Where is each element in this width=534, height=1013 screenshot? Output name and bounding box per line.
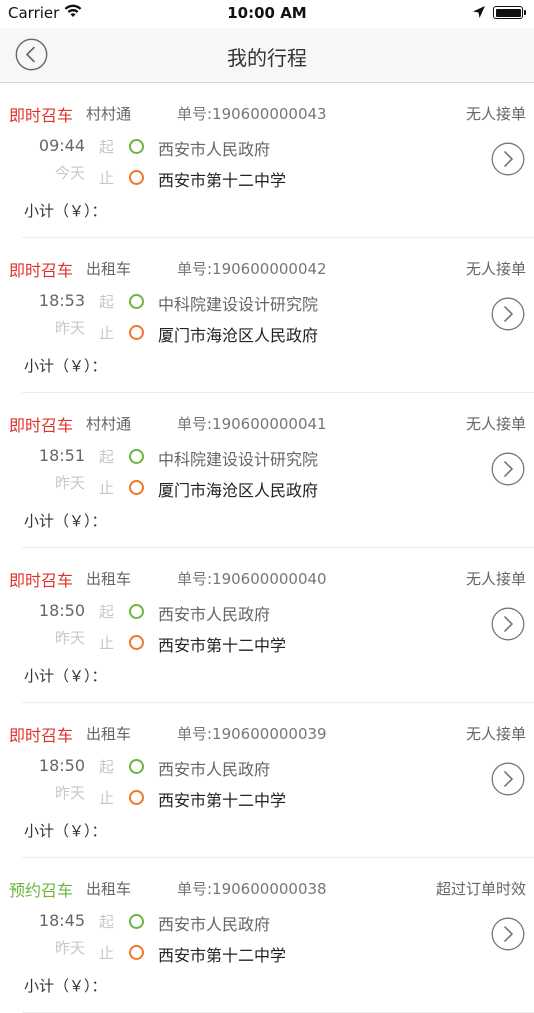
start-dot-icon	[129, 449, 144, 464]
chevron-right-icon[interactable]	[491, 607, 525, 641]
trip-type: 预约召车	[9, 881, 74, 900]
start-label: 起	[99, 913, 115, 931]
trip-time: 18:50	[38, 601, 85, 620]
order-number: 单号:190600000042	[177, 260, 327, 278]
trip-day: 今天	[54, 164, 85, 182]
end-dot-icon	[129, 635, 144, 650]
order-number: 单号:190600000043	[177, 105, 327, 123]
trip-time: 18:53	[38, 291, 85, 310]
start-address: 西安市人民政府	[158, 760, 271, 779]
trip-type: 即时召车	[9, 416, 74, 435]
vehicle-type: 村村通	[86, 105, 132, 123]
nav-bar: 我的行程	[0, 28, 534, 83]
order-status: 无人接单	[465, 105, 526, 123]
start-address: 西安市人民政府	[158, 915, 271, 934]
start-label: 起	[99, 603, 115, 621]
subtotal-label: 小计（￥）：	[24, 202, 107, 220]
vehicle-type: 出租车	[86, 570, 132, 588]
subtotal-label: 小计（￥）：	[24, 512, 107, 530]
end-dot-icon	[129, 790, 144, 805]
start-label: 起	[99, 758, 115, 776]
start-dot-icon	[129, 759, 144, 774]
end-dot-icon	[129, 325, 144, 340]
status-bar: Carrier 10:00 AM	[0, 0, 534, 28]
trip-card[interactable]: 即时召车 出租车 单号:190600000040 无人接单 18:50 昨天 起…	[0, 548, 534, 703]
vehicle-type: 出租车	[86, 725, 132, 743]
chevron-right-icon[interactable]	[491, 452, 525, 486]
start-address: 中科院建设设计研究院	[158, 450, 319, 469]
start-dot-icon	[129, 139, 144, 154]
order-status: 无人接单	[465, 260, 526, 278]
vehicle-type: 出租车	[86, 260, 132, 278]
subtotal-label: 小计（￥）：	[24, 822, 107, 840]
subtotal-label: 小计（￥）：	[24, 357, 107, 375]
chevron-right-icon[interactable]	[491, 142, 525, 176]
trip-card[interactable]: 即时召车 村村通 单号:190600000043 无人接单 09:44 今天 起…	[0, 83, 534, 238]
end-dot-icon	[129, 945, 144, 960]
chevron-right-icon[interactable]	[491, 297, 525, 331]
end-address: 西安市第十二中学	[158, 791, 287, 810]
end-address: 西安市第十二中学	[158, 946, 287, 965]
start-label: 起	[99, 138, 115, 156]
order-status: 无人接单	[465, 725, 526, 743]
vehicle-type: 村村通	[86, 415, 132, 433]
order-status: 无人接单	[465, 415, 526, 433]
start-address: 西安市人民政府	[158, 605, 271, 624]
chevron-right-icon[interactable]	[491, 762, 525, 796]
end-label: 止	[99, 324, 115, 342]
trip-day: 昨天	[54, 784, 85, 802]
trip-list: 即时召车 村村通 单号:190600000043 无人接单 09:44 今天 起…	[0, 83, 534, 1013]
trip-time: 18:45	[38, 911, 85, 930]
location-arrow-icon	[473, 6, 485, 18]
trip-time: 18:51	[38, 446, 85, 465]
start-dot-icon	[129, 914, 144, 929]
trip-day: 昨天	[54, 474, 85, 492]
start-dot-icon	[129, 604, 144, 619]
end-address: 西安市第十二中学	[158, 636, 287, 655]
trip-time: 18:50	[38, 756, 85, 775]
trip-card[interactable]: 即时召车 村村通 单号:190600000041 无人接单 18:51 昨天 起…	[0, 393, 534, 548]
start-dot-icon	[129, 294, 144, 309]
subtotal-label: 小计（￥）：	[24, 667, 107, 685]
trip-day: 昨天	[54, 629, 85, 647]
order-number: 单号:190600000039	[177, 725, 327, 743]
start-label: 起	[99, 448, 115, 466]
trip-card[interactable]: 即时召车 出租车 单号:190600000039 无人接单 18:50 昨天 起…	[0, 703, 534, 858]
status-time: 10:00 AM	[227, 4, 307, 22]
page-title: 我的行程	[227, 46, 307, 70]
end-address: 厦门市海沧区人民政府	[158, 481, 319, 500]
trip-type: 即时召车	[9, 571, 74, 590]
order-status: 超过订单时效	[435, 880, 526, 898]
end-address: 厦门市海沧区人民政府	[158, 326, 319, 345]
end-label: 止	[99, 169, 115, 187]
end-label: 止	[99, 944, 115, 962]
end-label: 止	[99, 789, 115, 807]
chevron-right-icon[interactable]	[491, 917, 525, 951]
end-label: 止	[99, 634, 115, 652]
trip-card[interactable]: 预约召车 出租车 单号:190600000038 超过订单时效 18:45 昨天…	[0, 858, 534, 1013]
order-number: 单号:190600000041	[177, 415, 327, 433]
trip-day: 昨天	[54, 319, 85, 337]
trip-day: 昨天	[54, 939, 85, 957]
subtotal-label: 小计（￥）：	[24, 977, 107, 995]
trip-time: 09:44	[38, 136, 85, 155]
end-address: 西安市第十二中学	[158, 171, 287, 190]
start-address: 中科院建设设计研究院	[158, 295, 319, 314]
end-dot-icon	[129, 170, 144, 185]
start-address: 西安市人民政府	[158, 140, 271, 159]
end-dot-icon	[129, 480, 144, 495]
vehicle-type: 出租车	[86, 880, 132, 898]
battery-icon	[493, 6, 526, 19]
order-number: 单号:190600000038	[177, 880, 327, 898]
end-label: 止	[99, 479, 115, 497]
trip-card[interactable]: 即时召车 出租车 单号:190600000042 无人接单 18:53 昨天 起…	[0, 238, 534, 393]
trip-type: 即时召车	[9, 106, 74, 125]
start-label: 起	[99, 293, 115, 311]
trip-type: 即时召车	[9, 261, 74, 280]
order-number: 单号:190600000040	[177, 570, 327, 588]
order-status: 无人接单	[465, 570, 526, 588]
trip-type: 即时召车	[9, 726, 74, 745]
